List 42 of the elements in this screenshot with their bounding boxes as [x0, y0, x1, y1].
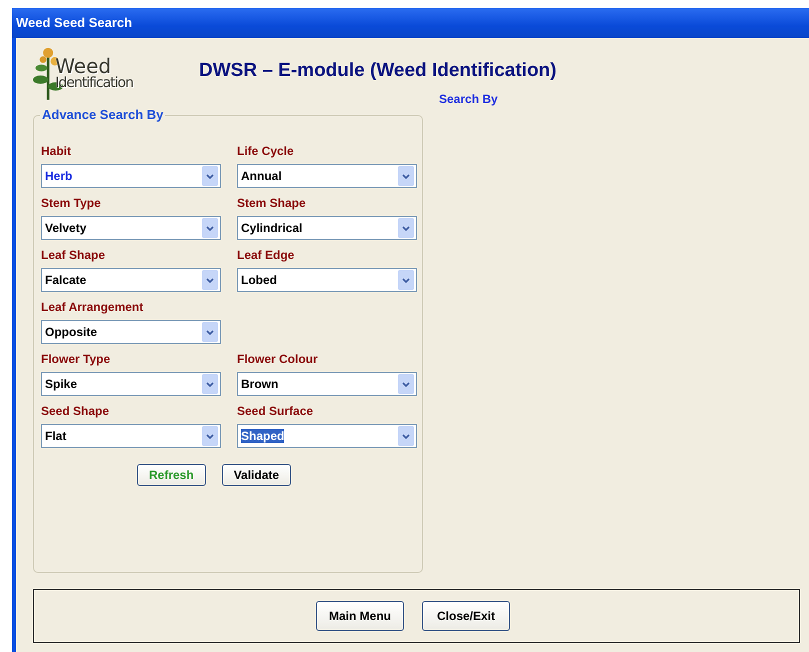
- menu-button[interactable]: Main Menu: [316, 601, 404, 631]
- dropdown[interactable]: Velvety: [41, 216, 221, 240]
- search-by-label: Search By: [439, 92, 498, 108]
- chevron-down-icon: [202, 322, 218, 342]
- dropdown[interactable]: Shaped: [237, 424, 417, 448]
- chevron-down-icon: [202, 166, 218, 186]
- field-label: Leaf Arrangement: [41, 300, 144, 314]
- dropdown[interactable]: Spike: [41, 372, 221, 396]
- field-label: Seed Shape: [41, 404, 110, 418]
- page-heading: DWSR – E-module (Weed Identification): [199, 60, 556, 82]
- dropdown[interactable]: Lobed: [237, 268, 417, 292]
- field-label: Flower Colour: [237, 352, 318, 366]
- chevron-down-icon: [398, 374, 414, 394]
- dropdown[interactable]: Brown: [237, 372, 417, 396]
- chevron-down-icon: [202, 218, 218, 238]
- dropdown[interactable]: Opposite: [41, 320, 221, 344]
- dropdown[interactable]: Cylindrical: [237, 216, 417, 240]
- dropdown[interactable]: Falcate: [41, 268, 221, 292]
- chevron-down-icon: [202, 270, 218, 290]
- field-label: Stem Type: [41, 196, 101, 210]
- chevron-down-icon: [398, 218, 414, 238]
- dropdown[interactable]: Herb: [41, 164, 221, 188]
- field-label: Life Cycle: [237, 144, 294, 158]
- chevron-down-icon: [398, 426, 414, 446]
- logo-text: Identification: [55, 76, 133, 90]
- menu-button[interactable]: Close/Exit: [422, 601, 510, 631]
- chevron-down-icon: [202, 374, 218, 394]
- field-label: Stem Shape: [237, 196, 306, 210]
- dropdown[interactable]: Annual: [237, 164, 417, 188]
- window-title: Weed Seed Search: [12, 8, 809, 38]
- field-label: Habit: [41, 144, 71, 158]
- logo-text: Weed: [55, 56, 112, 76]
- validate-button[interactable]: Validate: [222, 464, 292, 486]
- field-label: Leaf Edge: [237, 248, 294, 262]
- field-label: Seed Surface: [237, 404, 314, 418]
- dropdown[interactable]: Flat: [41, 424, 221, 448]
- chevron-down-icon: [398, 270, 414, 290]
- field-label: Flower Type: [41, 352, 110, 366]
- chevron-down-icon: [398, 166, 414, 186]
- group-legend: Advance Search By: [40, 107, 166, 122]
- chevron-down-icon: [202, 426, 218, 446]
- field-label: Leaf Shape: [41, 248, 106, 262]
